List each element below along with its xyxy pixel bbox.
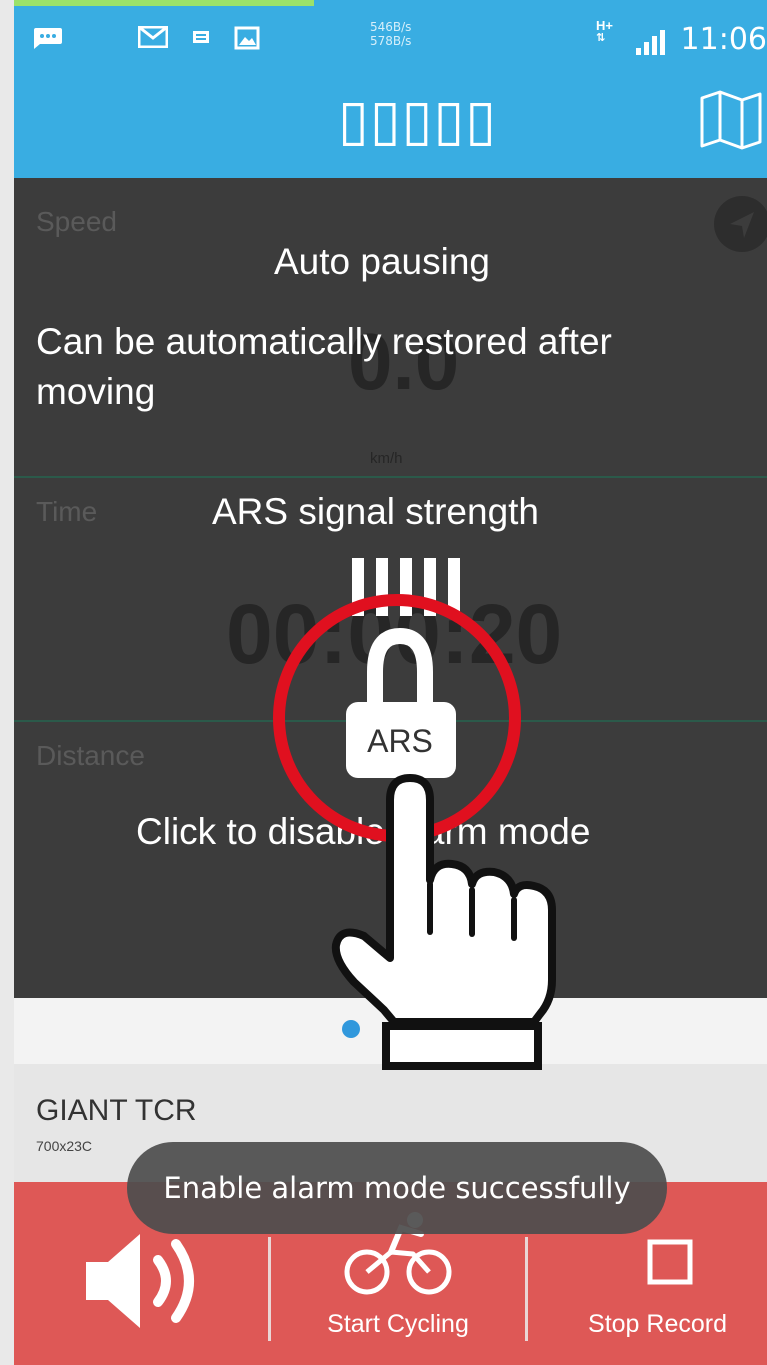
- gallery-icon: [234, 26, 260, 50]
- stop-square-icon: [647, 1239, 693, 1285]
- start-cycling-label: Start Cycling: [327, 1310, 469, 1338]
- status-bar: 546B/s 578B/s H+ ⇅ 11:06: [14, 6, 767, 66]
- page-indicator: [14, 998, 767, 1064]
- data-arrows-icon: ⇅: [596, 32, 606, 44]
- speed-unit: km/h: [370, 450, 403, 467]
- network-speed: 546B/s 578B/s: [370, 20, 411, 48]
- time-label: Time: [36, 496, 98, 527]
- header-title: ▯▯▯▯▯: [338, 88, 498, 153]
- toast-message: Enable alarm mode successfully: [127, 1142, 667, 1234]
- network-type-label: H+: [596, 18, 613, 33]
- phone-screen: 546B/s 578B/s H+ ⇅ 11:06 ▯▯▯▯▯ Speed 0.0…: [14, 0, 767, 1365]
- signal-strength-title: ARS signal strength: [212, 491, 540, 532]
- app-header: ▯▯▯▯▯: [14, 76, 767, 178]
- page-dot-active[interactable]: [342, 1020, 360, 1038]
- speed-label: Speed: [36, 206, 117, 237]
- alarm-mode-hint: Click to disable alarm mode: [136, 811, 591, 852]
- stop-record-label: Stop Record: [588, 1310, 727, 1338]
- bike-size: 700x23C: [36, 1138, 93, 1154]
- bike-name: GIANT TCR: [36, 1094, 197, 1127]
- mail-icon: [138, 26, 168, 48]
- auto-pausing-desc-line2: moving: [36, 371, 156, 412]
- net-up: 546B/s: [370, 20, 412, 34]
- status-time: 11:06: [680, 22, 767, 57]
- auto-pausing-desc-line1: Can be automatically restored after: [36, 321, 612, 362]
- net-down: 578B/s: [370, 34, 412, 48]
- signal-strength-icon: [636, 30, 665, 55]
- signal-bars: ▮▮▮▮▮: [352, 558, 460, 616]
- network-type: H+ ⇅: [596, 18, 613, 44]
- auto-pausing-title: Auto pausing: [274, 241, 491, 282]
- distance-panel: Distance: [14, 722, 767, 998]
- chat-notification-icon: [34, 28, 62, 49]
- top-bar: 546B/s 578B/s H+ ⇅ 11:06 ▯▯▯▯▯: [14, 0, 767, 178]
- dashboard: Speed 0.0 km/h Time 00:00:20 Distance Au…: [14, 178, 767, 998]
- distance-label: Distance: [36, 740, 145, 771]
- map-icon[interactable]: [698, 90, 766, 152]
- speaker-icon: [86, 1234, 194, 1328]
- message-icon: [193, 31, 209, 43]
